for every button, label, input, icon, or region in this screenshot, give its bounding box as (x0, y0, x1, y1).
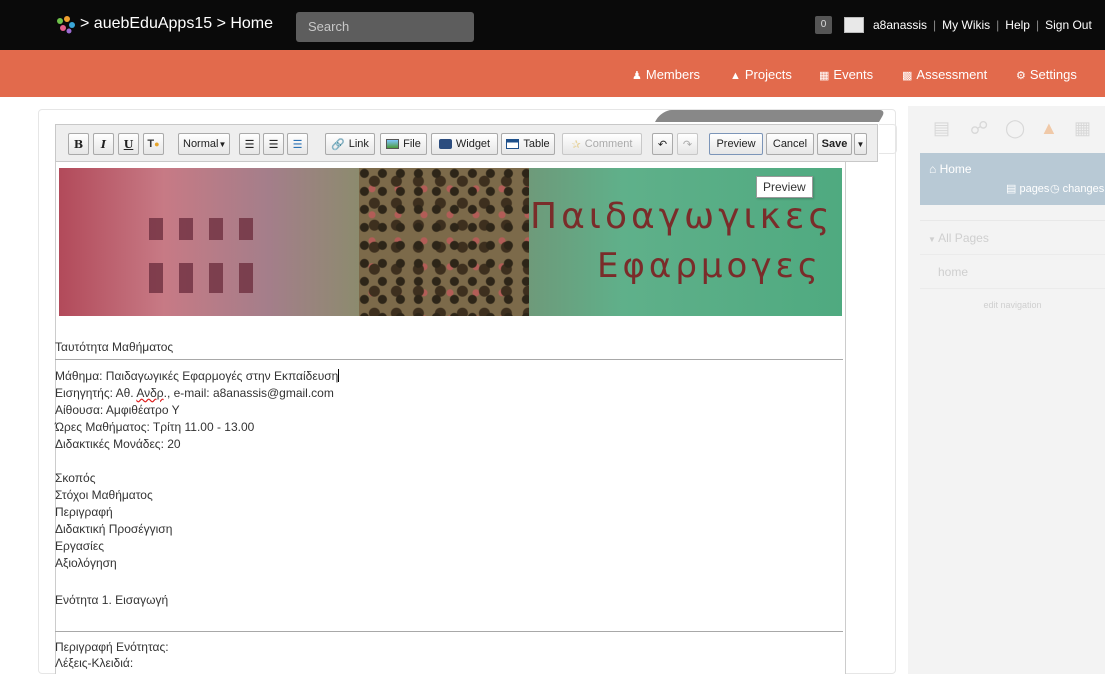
credits-line: Διδακτικές Μονάδες: 20 (55, 437, 181, 451)
preview-tooltip: Preview (756, 176, 813, 198)
table-icon (506, 139, 520, 149)
divider (55, 631, 843, 632)
redo-button[interactable]: ↷ (677, 133, 698, 155)
nav-events[interactable]: ▦ Events (819, 67, 873, 82)
unit-description: Περιγραφή Ενότητας: (55, 640, 169, 654)
editor-toolbar: B I U T● Normal ▼ ☰ ☰ ☰ 🔗 Link File Widget… (55, 124, 878, 162)
edit-navigation-link[interactable]: edit navigation (920, 289, 1105, 323)
all-pages-toggle[interactable]: ▼ All Pages (920, 221, 1105, 255)
project-icon[interactable]: ▲ (1040, 118, 1058, 139)
banner-title-line1: Παιδαγωγικες (530, 196, 834, 237)
file-button[interactable]: File (380, 133, 427, 155)
comment-button[interactable]: ✰ Comment (562, 133, 642, 155)
editor-tab (655, 110, 886, 122)
numbered-list-icon: ☰ (244, 138, 255, 151)
instructor-line: Εισηγητής: Αθ. Ανδρ., e-mail: a8anassis@… (55, 386, 334, 400)
user-links: a8anassis | My Wikis | Help | Sign Out (873, 18, 1092, 32)
redo-icon: ↷ (682, 138, 693, 151)
image-icon (386, 139, 400, 149)
banner-image: Παιδαγωγικες Εφαρμογες (59, 168, 842, 316)
username-link[interactable]: a8anassis (873, 18, 927, 32)
assessment-icon: ▩ (902, 70, 913, 82)
widget-icon (438, 139, 452, 149)
chevron-down-icon: ▼ (856, 139, 865, 149)
widget-button[interactable]: Widget (431, 133, 498, 155)
banner-title-line2: Εφαρμογες (597, 246, 822, 286)
editor-tab-strip (879, 124, 897, 154)
pages-link[interactable]: ▤ pages (1006, 182, 1049, 195)
clock-icon: ◷ (1050, 183, 1063, 195)
changes-link[interactable]: ◷ changes (1050, 182, 1104, 195)
nav-projects[interactable]: ▲ Projects (730, 67, 792, 82)
horizontal-rule-button[interactable]: ☰ (287, 133, 308, 155)
chevron-down-icon: ▼ (928, 235, 939, 244)
calendar-icon[interactable]: ▦ (1074, 118, 1091, 139)
search-input[interactable]: Search (296, 12, 474, 42)
underline-button[interactable]: U (118, 133, 139, 155)
numbered-list-button[interactable]: ☰ (239, 133, 260, 155)
save-button[interactable]: Save (817, 133, 852, 155)
horizontal-rule-icon: ☰ (292, 138, 303, 151)
text-color-button[interactable]: T● (143, 133, 164, 155)
comment-icon: ✰ (571, 138, 581, 151)
section-item: Αξιολόγηση (55, 556, 117, 570)
course-identity-heading: Ταυτότητα Μαθήματος (55, 340, 174, 354)
breadcrumb[interactable]: > auebEduApps15 > Home (80, 15, 273, 33)
sign-out-link[interactable]: Sign Out (1045, 18, 1092, 32)
bold-button[interactable]: B (68, 133, 89, 155)
bullet-list-button[interactable]: ☰ (263, 133, 284, 155)
chevron-down-icon: ▼ (218, 139, 227, 149)
members-icon: ♟ (632, 70, 642, 82)
home-link[interactable]: ⌂ Home (929, 162, 972, 176)
help-link[interactable]: Help (1005, 18, 1030, 32)
notification-badge[interactable]: 0 (815, 16, 832, 34)
section-item: Σκοπός (55, 471, 96, 485)
divider (55, 359, 843, 360)
top-bar: > auebEduApps15 > Home Search 0 a8anassi… (0, 0, 1105, 50)
page-link-home[interactable]: home (920, 255, 1105, 289)
room-line: Αίθουσα: Αμφιθέατρο Υ (55, 403, 180, 417)
save-options-button[interactable]: ▼ (854, 133, 867, 155)
nav-settings[interactable]: ⚙ Settings (1016, 67, 1077, 82)
nav-assessment[interactable]: ▩ Assessment (902, 67, 987, 82)
course-line: Μάθημα: Παιδαγωγικές Εφαρμογές στην Εκπα… (55, 369, 340, 383)
page-icon: ▤ (1006, 183, 1020, 195)
my-wikis-link[interactable]: My Wikis (942, 18, 990, 32)
section-item: Διδακτική Προσέγγιση (55, 522, 173, 536)
link-icon: 🔗 (331, 138, 345, 151)
text-caret (338, 369, 340, 382)
format-select[interactable]: Normal ▼ (178, 133, 230, 155)
nav-members[interactable]: ♟ Members (632, 67, 700, 82)
cancel-button[interactable]: Cancel (766, 133, 814, 155)
wikispaces-logo-icon[interactable] (55, 15, 77, 35)
calendar-icon: ▦ (819, 70, 830, 82)
bullet-list-icon: ☰ (268, 138, 279, 151)
text-color-icon: T● (147, 138, 160, 150)
current-page-box[interactable]: ⌂ Home ▤ pages ◷ changes (920, 153, 1105, 205)
all-pages-panel: ▼ All Pages home edit navigation (920, 220, 1105, 325)
banner-pattern (359, 168, 529, 316)
preview-button[interactable]: Preview (709, 133, 763, 155)
section-item: Στόχοι Μαθήματος (55, 488, 153, 502)
wiki-nav-bar: ♟ Members ▲ Projects ▦ Events ▩ Assessment ⚙… (0, 50, 1105, 97)
undo-button[interactable]: ↶ (652, 133, 673, 155)
section-item: Περιγραφή (55, 505, 113, 519)
link-button[interactable]: 🔗 Link (325, 133, 375, 155)
undo-icon: ↶ (657, 138, 668, 151)
home-icon: ⌂ (929, 162, 940, 176)
page-icon[interactable]: ▤ (933, 118, 950, 139)
avatar[interactable] (844, 17, 864, 33)
keywords-line: Λέξεις-Κλειδιά: (55, 656, 134, 670)
hours-line: Ώρες Μαθήματος: Τρίτη 11.00 - 13.00 (55, 420, 255, 434)
gear-icon: ⚙ (1016, 70, 1026, 82)
table-button[interactable]: Table (501, 133, 555, 155)
unit-heading: Ενότητα 1. Εισαγωγή (55, 593, 169, 607)
banner-building (59, 168, 359, 316)
italic-button[interactable]: I (93, 133, 114, 155)
attachment-icon[interactable]: ☍ (970, 118, 988, 139)
comment-bubble-icon[interactable]: ◯ (1005, 118, 1025, 139)
projects-icon: ▲ (730, 70, 741, 82)
section-item: Εργασίες (55, 539, 104, 553)
